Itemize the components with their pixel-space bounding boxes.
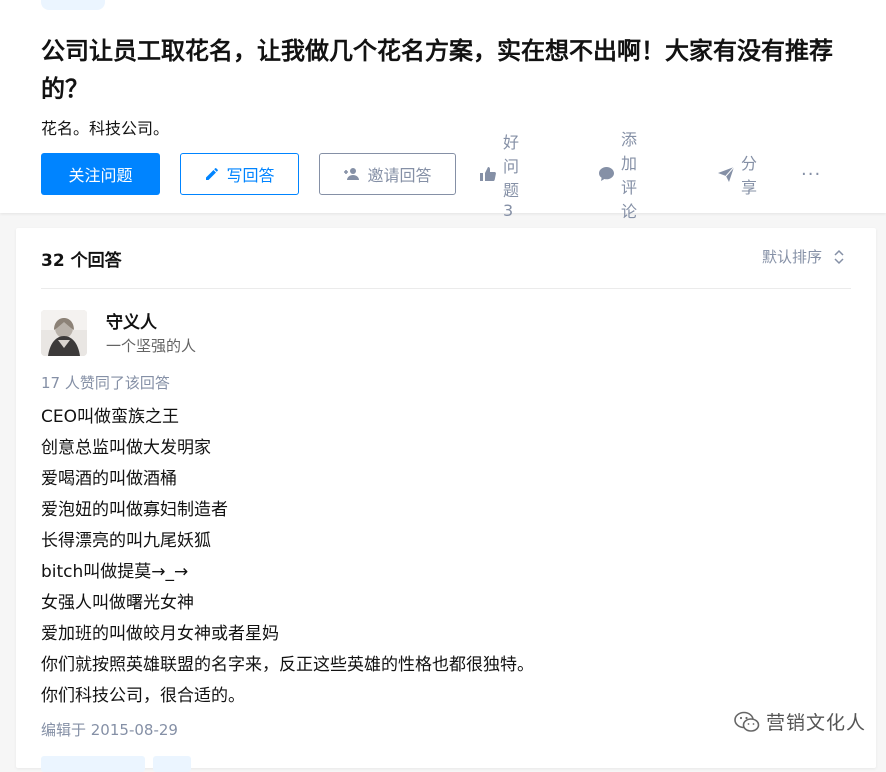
follow-question-label: 关注问题 [68, 166, 133, 185]
answer-line: 你们就按照英雄联盟的名字来，反正这些英雄的性格也都很独特。 [41, 655, 534, 675]
invite-answer-button[interactable]: 邀请回答 [319, 153, 456, 195]
follow-question-button[interactable]: 关注问题 [41, 153, 160, 195]
topic-tag[interactable] [41, 0, 105, 10]
answer-line: 女强人叫做曙光女神 [41, 593, 194, 613]
invite-answer-label: 邀请回答 [367, 166, 432, 185]
add-user-icon [343, 166, 361, 182]
author-name[interactable]: 守义人 [106, 308, 157, 333]
vote-up-button[interactable] [41, 756, 145, 772]
thumbs-up-icon [479, 166, 497, 182]
sort-toggle-icon [834, 249, 844, 265]
watermark: 营销文化人 [734, 708, 866, 735]
divider [41, 288, 851, 289]
write-answer-label: 写回答 [226, 166, 275, 185]
comment-icon [598, 166, 615, 182]
answer-line: 爱喝酒的叫做酒桶 [41, 469, 177, 489]
sort-label: 默认排序 [761, 248, 822, 266]
watermark-text: 营销文化人 [765, 712, 866, 734]
answer-line: 长得漂亮的叫九尾妖狐 [41, 531, 211, 551]
answer-line: CEO叫做蛮族之王 [41, 407, 179, 427]
wechat-icon [734, 711, 760, 733]
good-question-button[interactable]: 好问题 3 [479, 133, 519, 220]
more-options-button[interactable]: ··· [801, 153, 821, 195]
answers-card: 32 个回答 默认排序 守义人 一个坚强的人 17 人赞同了该回答 CEO叫做蛮… [16, 228, 876, 772]
question-detail: 花名。科技公司。 [41, 119, 170, 138]
sort-dropdown[interactable]: 默认排序 [762, 246, 844, 267]
more-options-icon: ··· [801, 163, 822, 185]
vote-count: 17 人赞同了该回答 [41, 374, 170, 392]
answer-line: 创意总监叫做大发明家 [41, 438, 211, 458]
share-label: 分享 [741, 154, 758, 197]
paper-plane-icon [717, 166, 735, 182]
edit-timestamp[interactable]: 编辑于 2015-08-29 [41, 719, 178, 740]
answer-line: 你们科技公司，很合适的。 [41, 686, 245, 706]
avatar[interactable] [41, 310, 87, 356]
answer-line: 爱泡妞的叫做寡妇制造者 [41, 500, 228, 520]
answer-line: 爱加班的叫做皎月女神或者星妈 [41, 624, 279, 644]
write-answer-button[interactable]: 写回答 [180, 153, 299, 195]
answer-line: bitch叫做提莫→_→ [41, 562, 189, 582]
answer-count: 32 个回答 [41, 251, 122, 271]
add-comment-button[interactable]: 添加评论 [598, 130, 637, 221]
question-header: 公司让员工取花名，让我做几个花名方案，实在想不出啊！大家有没有推荐的？ 花名。科… [0, 0, 886, 221]
pencil-icon [204, 166, 220, 182]
add-comment-label: 添加评论 [621, 130, 638, 221]
good-question-label: 好问题 3 [503, 132, 520, 220]
answer-content: CEO叫做蛮族之王 创意总监叫做大发明家 爱喝酒的叫做酒桶 爱泡妞的叫做寡妇制造… [41, 402, 841, 712]
vote-down-button[interactable] [153, 756, 191, 772]
author-bio: 一个坚强的人 [106, 337, 197, 355]
share-button[interactable]: 分享 [717, 153, 758, 197]
question-title[interactable]: 公司让员工取花名，让我做几个花名方案，实在想不出啊！大家有没有推荐的？ [41, 32, 871, 108]
